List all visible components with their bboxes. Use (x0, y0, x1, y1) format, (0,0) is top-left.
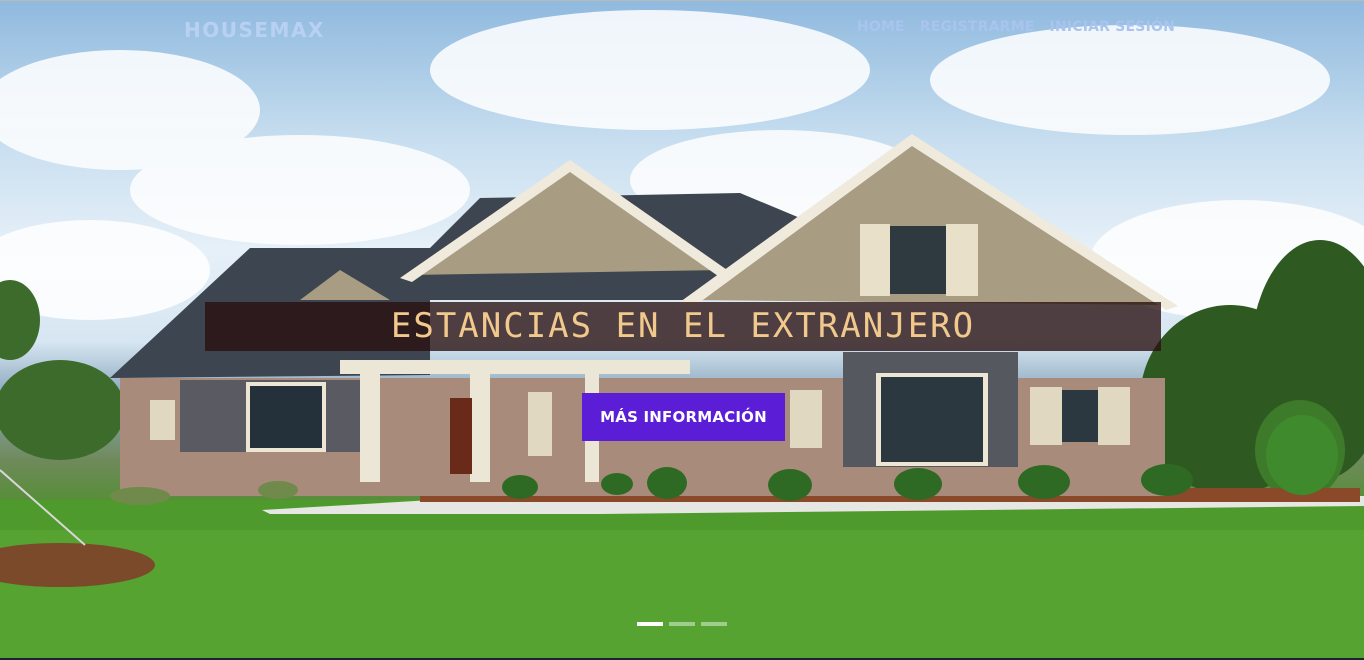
nav-link-register[interactable]: REGISTRARME (920, 19, 1035, 35)
brand-logo[interactable]: HOUSEMAX (184, 18, 325, 42)
carousel-indicator-3[interactable] (701, 622, 727, 626)
nav-link-login[interactable]: INICIAR SESIÓN (1050, 19, 1175, 35)
navbar: HOUSEMAX HOME REGISTRARME INICIAR SESIÓN (0, 0, 1364, 58)
main-nav: HOME REGISTRARME INICIAR SESIÓN (857, 19, 1175, 35)
headline-banner: ESTANCIAS EN EL EXTRANJERO (205, 302, 1161, 351)
more-info-button[interactable]: MÁS INFORMACIÓN (582, 393, 785, 441)
hero-headline: ESTANCIAS EN EL EXTRANJERO (390, 306, 976, 346)
hero-carousel: HOUSEMAX HOME REGISTRARME INICIAR SESIÓN… (0, 0, 1364, 658)
carousel-indicator-2[interactable] (669, 622, 695, 626)
carousel-indicator-1[interactable] (637, 622, 663, 626)
nav-link-home[interactable]: HOME (857, 19, 905, 35)
carousel-indicators (637, 622, 727, 626)
